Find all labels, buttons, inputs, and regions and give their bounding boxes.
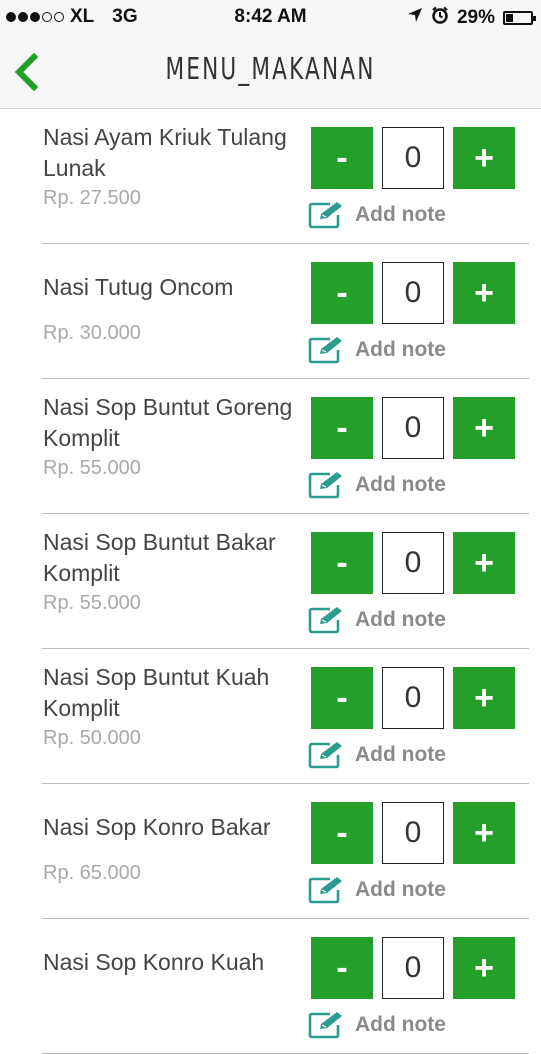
menu-item-name: Nasi Sop Konro Bakar [43,814,271,840]
menu-item: Nasi Ayam Kriuk Tulang Lunak Rp. 27.500 … [0,109,541,244]
decrease-quantity-button[interactable]: - [311,802,373,864]
add-note-label: Add note [355,743,446,766]
menu-item-price: Rp. 50.000 [43,727,141,749]
menu-item: Nasi Sop Buntut Bakar Komplit Rp. 55.000… [0,514,541,649]
increase-quantity-button[interactable]: + [453,262,515,324]
menu-list: Nasi Ayam Kriuk Tulang Lunak Rp. 27.500 … [0,109,541,1054]
add-note-label: Add note [355,338,446,361]
increase-quantity-button[interactable]: + [453,127,515,189]
quantity-field[interactable]: 0 [382,127,444,189]
menu-item-price: Rp. 30.000 [43,322,141,344]
edit-note-icon [308,607,342,634]
increase-quantity-button[interactable]: + [453,802,515,864]
chevron-left-icon [14,52,39,92]
edit-note-icon [308,1012,342,1039]
menu-item-name: Nasi Sop Buntut Kuah Komplit [43,664,270,721]
menu-item: Nasi Tutug Oncom Rp. 30.000 - 0 + Add no… [0,244,541,379]
add-note-label: Add note [355,608,446,631]
menu-item-price: Rp. 27.500 [43,187,141,209]
add-note-label: Add note [355,1013,446,1036]
edit-note-icon [308,742,342,769]
edit-note-icon [308,202,342,229]
increase-quantity-button[interactable]: + [453,397,515,459]
edit-note-icon [308,337,342,364]
decrease-quantity-button[interactable]: - [311,397,373,459]
menu-item-name: Nasi Sop Buntut Bakar Komplit [43,529,276,586]
status-bar: XL 3G 8:42 AM 29% [0,0,541,36]
quantity-field[interactable]: 0 [382,262,444,324]
navigation-bar: MENU_MAKANAN [0,36,541,109]
alarm-clock-icon [431,6,449,30]
battery-percent: 29% [456,7,495,28]
menu-item-name: Nasi Ayam Kriuk Tulang Lunak [43,124,287,181]
battery-level [506,14,513,22]
location-arrow-icon [407,7,423,29]
decrease-quantity-button[interactable]: - [311,532,373,594]
edit-note-icon [308,877,342,904]
add-note-button[interactable]: Add note [308,741,446,769]
decrease-quantity-button[interactable]: - [311,667,373,729]
add-note-label: Add note [355,473,446,496]
add-note-button[interactable]: Add note [308,336,446,364]
quantity-field[interactable]: 0 [382,397,444,459]
decrease-quantity-button[interactable]: - [311,262,373,324]
add-note-button[interactable]: Add note [308,1011,446,1039]
page-title: MENU_MAKANAN [165,52,376,87]
quantity-field[interactable]: 0 [382,532,444,594]
add-note-label: Add note [355,203,446,226]
menu-item: Nasi Sop Buntut Kuah Komplit Rp. 50.000 … [0,649,541,784]
add-note-button[interactable]: Add note [308,201,446,229]
quantity-field[interactable]: 0 [382,802,444,864]
menu-item-price: Rp. 65.000 [43,862,141,884]
battery-icon [503,11,536,25]
menu-item: Nasi Sop Buntut Goreng Komplit Rp. 55.00… [0,379,541,514]
menu-item-price: Rp. 55.000 [43,457,141,479]
increase-quantity-button[interactable]: + [453,667,515,729]
menu-item-name: Nasi Sop Buntut Goreng Komplit [43,394,293,451]
add-note-button[interactable]: Add note [308,606,446,634]
menu-item-price: Rp. 55.000 [43,592,141,614]
increase-quantity-button[interactable]: + [453,937,515,999]
decrease-quantity-button[interactable]: - [311,937,373,999]
edit-note-icon [308,472,342,499]
increase-quantity-button[interactable]: + [453,532,515,594]
add-note-label: Add note [355,878,446,901]
decrease-quantity-button[interactable]: - [311,127,373,189]
back-button[interactable] [8,50,48,94]
menu-item: Nasi Sop Konro Bakar Rp. 65.000 - 0 + Ad… [0,784,541,919]
menu-item-name: Nasi Tutug Oncom [43,274,234,300]
quantity-field[interactable]: 0 [382,667,444,729]
add-note-button[interactable]: Add note [308,876,446,904]
add-note-button[interactable]: Add note [308,471,446,499]
quantity-field[interactable]: 0 [382,937,444,999]
menu-item: Nasi Sop Konro Kuah - 0 + Add note [0,919,541,1054]
menu-item-name: Nasi Sop Konro Kuah [43,949,265,975]
